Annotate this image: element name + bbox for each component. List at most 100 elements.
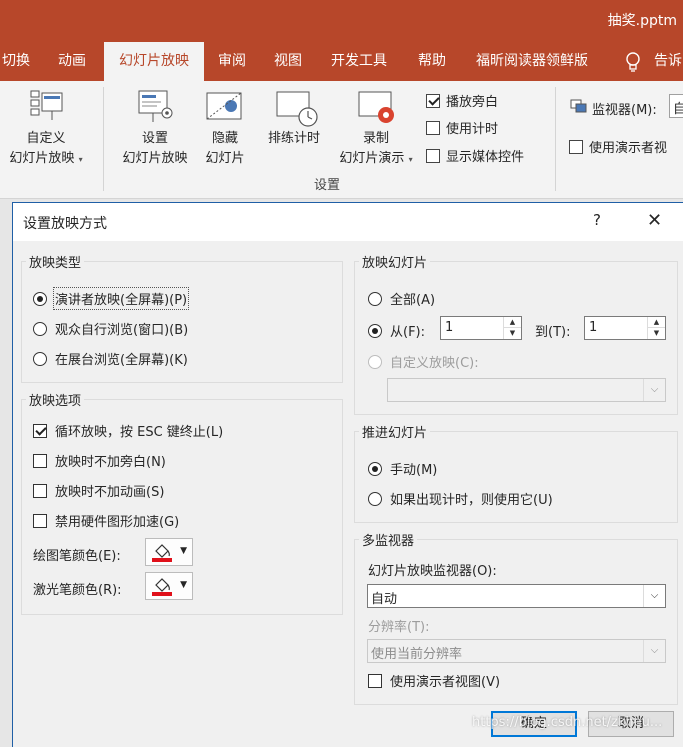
custom-slide-show-label-2: 幻灯片放映 [9, 151, 75, 166]
checkbox-box [426, 120, 440, 135]
close-icon[interactable]: ✕ [647, 210, 662, 231]
record-slide-show-button[interactable]: 录制 幻灯片演示 ▾ [330, 129, 422, 170]
chevron-down-icon: ▼ [180, 546, 187, 556]
ribbon: 自定义 幻灯片放映 ▾ 设置 幻灯片放映 隐藏 幻灯片 排练计时 录制 幻灯片演… [0, 81, 683, 199]
loop-until-esc-checkbox[interactable]: 循环放映，按 ESC 键终止(L) [33, 421, 223, 440]
ribbon-separator [103, 87, 104, 191]
spin-up-icon[interactable]: ▲ [648, 317, 665, 328]
tab-help[interactable]: 帮助 [418, 42, 446, 81]
checkbox-box [426, 93, 440, 108]
record-slide-show-label-2: 幻灯片演示 [339, 151, 405, 166]
resolution-label: 分辨率(T): [368, 620, 430, 635]
to-slide-spinner[interactable]: 1 ▲ ▼ [584, 316, 666, 340]
no-animation-checkbox[interactable]: 放映时不加动画(S) [33, 481, 164, 500]
from-slide-value: 1 [445, 320, 454, 335]
monitor-icon [570, 99, 587, 113]
tab-review[interactable]: 审阅 [218, 42, 246, 81]
tab-developer[interactable]: 开发工具 [331, 42, 387, 81]
chevron-down-icon: ⌵ [643, 379, 665, 401]
hide-slide-icon [206, 92, 242, 120]
tab-animations[interactable]: 动画 [58, 42, 86, 81]
from-slide-spinner[interactable]: 1 ▲ ▼ [440, 316, 522, 340]
radio-button [368, 323, 382, 338]
pen-color-button[interactable]: ▼ [145, 538, 193, 566]
play-narrations-label: 播放旁白 [446, 95, 499, 110]
document-title: 抽奖.pptm [607, 13, 677, 29]
spinner-arrows: ▲ ▼ [503, 317, 521, 339]
show-all-slides-label: 全部(A) [390, 293, 436, 308]
show-media-controls-checkbox[interactable]: 显示媒体控件 [426, 146, 524, 165]
ribbon-presenter-view-label: 使用演示者视 [589, 141, 668, 156]
hide-slide-button[interactable]: 隐藏 幻灯片 [200, 129, 250, 169]
laser-color-button[interactable]: ▼ [145, 572, 193, 600]
monitor-select-value: 自 [673, 102, 683, 117]
setup-slide-show-label-1: 设置 [141, 131, 168, 146]
chevron-down-icon: ▼ [180, 580, 187, 590]
show-monitor-select[interactable]: 自动 ⌵ [367, 584, 666, 608]
play-narrations-checkbox[interactable]: 播放旁白 [426, 91, 498, 110]
custom-slide-show-icon [30, 90, 63, 120]
show-from-radio[interactable]: 从(F): [368, 321, 425, 340]
spin-down-icon[interactable]: ▼ [648, 328, 665, 339]
checkbox-box [33, 483, 47, 498]
record-slide-show-icon [358, 91, 394, 123]
pen-color-swatch [152, 558, 172, 562]
tab-tell-me[interactable]: 告诉 [654, 42, 682, 81]
disable-hw-accel-checkbox[interactable]: 禁用硬件图形加速(G) [33, 511, 179, 530]
tab-slide-show[interactable]: 幻灯片放映 [104, 42, 204, 81]
presenter-view-checkbox[interactable]: 使用演示者视图(V) [368, 671, 500, 690]
show-type-presenter-radio[interactable]: 演讲者放映(全屏幕)(P) [33, 287, 190, 310]
rehearse-timings-button[interactable]: 排练计时 [260, 129, 328, 149]
chevron-down-icon: ⌵ [643, 640, 665, 662]
watermark-text: https://blog.csdn.net/zkheu... [472, 715, 663, 730]
advance-timings-label: 如果出现计时，则使用它(U) [390, 493, 553, 508]
loop-until-esc-label: 循环放映，按 ESC 键终止(L) [55, 425, 224, 440]
custom-show-radio[interactable]: 自定义放映(C): [368, 352, 479, 371]
use-timings-label: 使用计时 [446, 122, 499, 137]
tab-view[interactable]: 视图 [274, 42, 302, 81]
show-type-presenter-label: 演讲者放映(全屏幕)(P) [52, 287, 190, 310]
custom-show-select[interactable]: ⌵ [387, 378, 666, 402]
show-slides-title: 放映幻灯片 [359, 252, 431, 271]
rehearse-timings-label: 排练计时 [267, 131, 320, 146]
checkbox-box [33, 513, 47, 528]
to-slide-value: 1 [589, 320, 598, 335]
checkbox-box [33, 453, 47, 468]
show-type-window-label: 观众自行浏览(窗口)(B) [55, 323, 189, 338]
setup-slide-show-icon [138, 90, 173, 122]
advance-manual-radio[interactable]: 手动(M) [368, 459, 437, 478]
resolution-select[interactable]: 使用当前分辨率 ⌵ [367, 639, 666, 663]
radio-button [368, 461, 382, 476]
checkbox-box [426, 148, 440, 163]
radio-button [33, 321, 47, 336]
multi-monitor-title: 多监视器 [359, 530, 418, 549]
tab-transitions[interactable]: 切换 [2, 42, 30, 81]
radio-button [33, 291, 47, 306]
show-type-kiosk-label: 在展台浏览(全屏幕)(K) [55, 353, 188, 368]
help-button[interactable]: ? [593, 211, 601, 229]
monitor-label: 监视器(M): [592, 103, 657, 118]
show-type-window-radio[interactable]: 观众自行浏览(窗口)(B) [33, 319, 188, 338]
advance-timings-radio[interactable]: 如果出现计时，则使用它(U) [368, 489, 553, 508]
tab-foxit-reader[interactable]: 福昕阅读器领鲜版 [476, 42, 588, 81]
chevron-down-icon: ⌵ [643, 585, 665, 607]
hide-slide-label-1: 隐藏 [211, 131, 238, 146]
setup-slide-show-button[interactable]: 设置 幻灯片放映 [114, 129, 196, 169]
show-all-slides-radio[interactable]: 全部(A) [368, 289, 435, 308]
show-type-kiosk-radio[interactable]: 在展台浏览(全屏幕)(K) [33, 349, 188, 368]
show-type-title: 放映类型 [26, 252, 85, 271]
checkbox-box [33, 423, 47, 438]
to-slide-label: 到(T): [535, 325, 571, 340]
show-from-label: 从(F): [390, 325, 426, 340]
ribbon-presenter-view-checkbox[interactable]: 使用演示者视 [569, 137, 667, 156]
no-narration-checkbox[interactable]: 放映时不加旁白(N) [33, 451, 166, 470]
custom-slide-show-button[interactable]: 自定义 幻灯片放映 ▾ [2, 129, 90, 170]
checkbox-box [569, 139, 583, 154]
laser-color-swatch [152, 592, 172, 596]
resolution-value: 使用当前分辨率 [371, 647, 463, 662]
spin-down-icon[interactable]: ▼ [504, 328, 521, 339]
radio-button [368, 354, 382, 369]
spin-up-icon[interactable]: ▲ [504, 317, 521, 328]
monitor-select[interactable]: 自 [669, 94, 683, 118]
use-timings-checkbox[interactable]: 使用计时 [426, 118, 498, 137]
